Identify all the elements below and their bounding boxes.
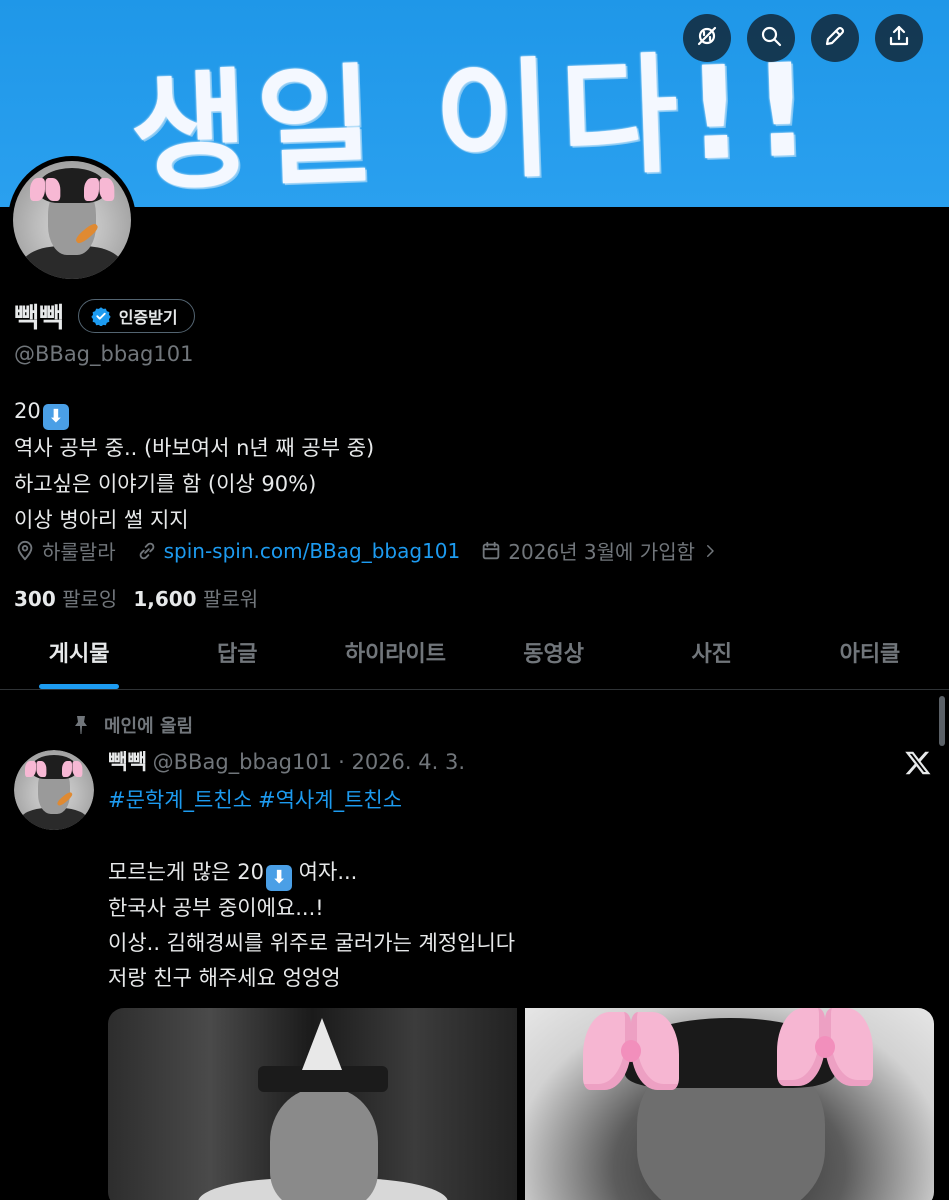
avatar-image [13, 161, 131, 279]
top-actions [683, 14, 923, 62]
profile-handle: @BBag_bbag101 [14, 342, 194, 366]
share-icon [887, 24, 911, 52]
joined-text: 2026년 3월에 가입함 [508, 540, 695, 564]
search-button[interactable] [747, 14, 795, 62]
bio-line-2: 역사 공부 중.. (바보여서 n년 째 공부 중) [14, 436, 375, 460]
following-label: 팔로잉 [62, 587, 118, 611]
bio-line-4: 이상 병아리 썰 지지 [14, 508, 189, 532]
scrollbar-thumb[interactable] [939, 696, 945, 746]
verified-badge-icon [91, 306, 111, 326]
edit-button[interactable] [811, 14, 859, 62]
display-name: 빽빽 [14, 303, 64, 334]
hashtag-link[interactable]: #역사계_트친소 [258, 788, 402, 812]
location: 하룰랄라 [14, 536, 116, 565]
bow-decoration [777, 1008, 873, 1086]
followers-label: 팔로워 [202, 587, 259, 611]
post-header: 빽빽 @BBag_bbag101 · 2026. 4. 3. [108, 746, 465, 776]
joined-date[interactable]: 2026년 3월에 가입함 [480, 536, 719, 565]
website: spin-spin.com/BBag_bbag101 [136, 539, 461, 563]
post-hashtags: #문학계_트친소 #역사계_트친소 [108, 784, 408, 814]
bow-decoration [583, 1012, 679, 1090]
post-line-2: 한국사 공부 중이에요...! [108, 896, 324, 920]
followers-link[interactable]: 1,600 팔로워 [133, 583, 258, 612]
website-link[interactable]: spin-spin.com/BBag_bbag101 [164, 539, 461, 563]
share-button[interactable] [875, 14, 923, 62]
hashtag-link[interactable]: #문학계_트친소 [108, 788, 252, 812]
pinned-label: 메인에 올림 [104, 716, 194, 737]
follow-stats: 300 팔로잉 1,600 팔로워 [14, 583, 258, 612]
calendar-icon [483, 541, 500, 559]
profile-meta: 하룰랄라 spin-spin.com/BBag_bbag101 2026년 3월… [14, 536, 739, 565]
chevron-right-icon [707, 544, 714, 557]
search-icon [759, 24, 783, 52]
bio-line-3: 하고싶은 이야기를 함 (이상 90%) [14, 472, 317, 496]
avatar-image [14, 750, 94, 830]
following-count: 300 [14, 587, 56, 611]
post-line-4: 저랑 친구 해주세요 엉엉엉 [108, 966, 341, 990]
link-icon [139, 542, 154, 559]
tab-replies[interactable]: 답글 [158, 624, 316, 689]
post-line-1: 모르는게 많은 20 ⬇ 여자... [108, 855, 515, 891]
tab-videos[interactable]: 동영상 [475, 624, 633, 689]
tab-articles[interactable]: 아티클 [791, 624, 949, 689]
post-body: 모르는게 많은 20 ⬇ 여자... 한국사 공부 중이에요...! 이상.. 김… [108, 855, 515, 996]
tab-photos[interactable]: 사진 [633, 624, 791, 689]
bow-decoration [83, 177, 115, 202]
pin-icon [75, 716, 87, 734]
location-pin-icon [17, 540, 33, 560]
post-photo[interactable] [108, 1008, 517, 1200]
get-verified-label: 인증받기 [118, 307, 178, 327]
post-photo[interactable] [525, 1008, 934, 1200]
tab-posts[interactable]: 게시물 [0, 624, 158, 689]
bio-line-1: 20 ⬇ [14, 393, 374, 430]
get-verified-button[interactable]: 인증받기 [77, 298, 195, 333]
bow-decoration [62, 761, 83, 778]
x-logo-icon [903, 748, 933, 778]
pinned-indicator: 메인에 올림 [72, 712, 193, 738]
followers-count: 1,600 [133, 587, 197, 611]
post-author-name[interactable]: 빽빽 [108, 746, 147, 776]
profile-tabs: 게시물 답글 하이라이트 동영상 사진 아티클 [0, 624, 949, 690]
post-line-3: 이상.. 김해경씨를 위주로 굴러가는 계정입니다 [108, 931, 516, 955]
post-author-avatar[interactable] [14, 750, 94, 830]
down-arrow-emoji-icon: ⬇ [266, 865, 292, 891]
tab-highlights[interactable]: 하이라이트 [316, 624, 474, 689]
edit-icon [823, 24, 847, 52]
profile-bio: 20 ⬇ 역사 공부 중.. (바보여서 n년 째 공부 중) 하고싶은 이야기를… [14, 393, 374, 538]
translate-off-button[interactable] [683, 14, 731, 62]
post-date[interactable]: · 2026. 4. 3. [338, 750, 465, 774]
bow-decoration [25, 761, 46, 778]
bow-decoration [29, 177, 61, 202]
name-row: 빽빽 인증받기 [14, 296, 195, 335]
post-media [108, 1008, 934, 1200]
location-text: 하룰랄라 [42, 540, 116, 564]
post-author-handle[interactable]: @BBag_bbag101 [153, 750, 332, 774]
profile-avatar[interactable] [8, 156, 136, 284]
following-link[interactable]: 300 팔로잉 [14, 583, 117, 612]
translate-off-icon [695, 24, 719, 52]
down-arrow-emoji-icon: ⬇ [42, 404, 69, 430]
